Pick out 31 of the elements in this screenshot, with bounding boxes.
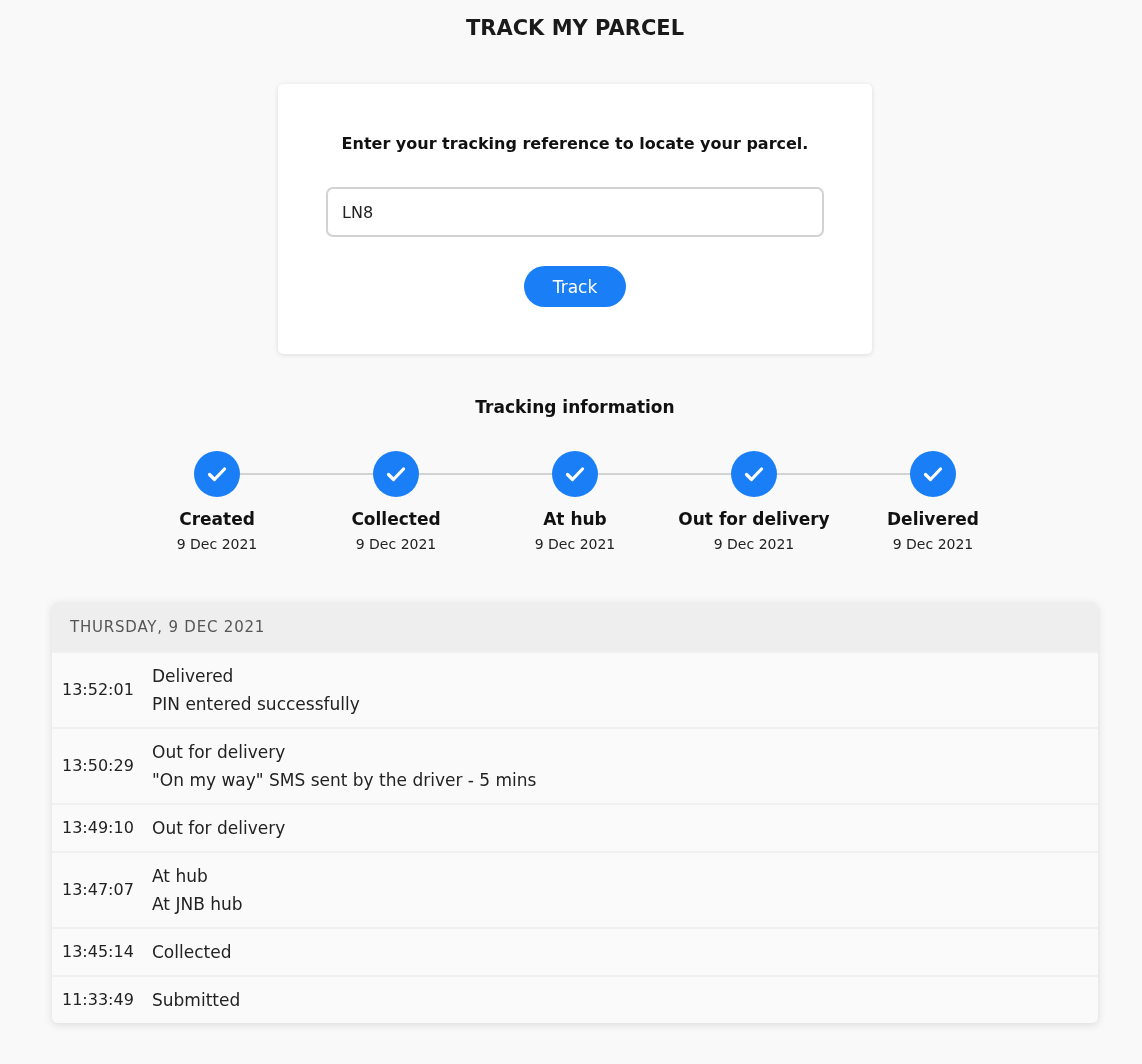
day-header: THURSDAY, 9 DEC 2021 bbox=[52, 602, 1098, 651]
event-status: Out for delivery bbox=[152, 741, 287, 764]
event-status: Delivered bbox=[152, 665, 235, 688]
track-button[interactable]: Track bbox=[524, 266, 626, 307]
prompt-text: Enter your tracking reference to locate your parcel. bbox=[341, 133, 809, 155]
step-label: At hub bbox=[543, 508, 607, 531]
page-title: TRACK MY PARCEL bbox=[465, 15, 685, 42]
event-time: 13:49:10 bbox=[61, 817, 135, 839]
event-status: Out for delivery bbox=[152, 817, 286, 840]
step-label: Out for delivery bbox=[678, 508, 830, 531]
step-date: 9 Dec 2021 bbox=[892, 535, 974, 554]
event-detail: PIN entered successfully bbox=[152, 693, 360, 716]
section-heading: Tracking information bbox=[475, 396, 675, 419]
step-date: 9 Dec 2021 bbox=[176, 535, 258, 554]
event-status: Collected bbox=[152, 941, 232, 964]
step-label: Delivered bbox=[887, 508, 979, 531]
step-label: Created bbox=[179, 508, 255, 531]
event-detail: At JNB hub bbox=[152, 893, 243, 916]
event-status: Submitted bbox=[152, 989, 241, 1012]
event-detail: "On my way" SMS sent by the driver - 5 mins bbox=[152, 769, 537, 792]
event-status: At hub bbox=[152, 865, 209, 888]
step-label: Collected bbox=[351, 508, 441, 531]
event-time: 13:47:07 bbox=[61, 879, 135, 901]
event-time: 11:33:49 bbox=[61, 989, 135, 1011]
event-time: 13:52:01 bbox=[61, 679, 135, 701]
event-time: 13:45:14 bbox=[61, 941, 135, 963]
step-date: 9 Dec 2021 bbox=[534, 535, 616, 554]
event-time: 13:50:29 bbox=[61, 755, 135, 777]
step-date: 9 Dec 2021 bbox=[713, 535, 795, 554]
tracking-field[interactable]: LN8 bbox=[326, 187, 824, 237]
step-date: 9 Dec 2021 bbox=[355, 535, 437, 554]
